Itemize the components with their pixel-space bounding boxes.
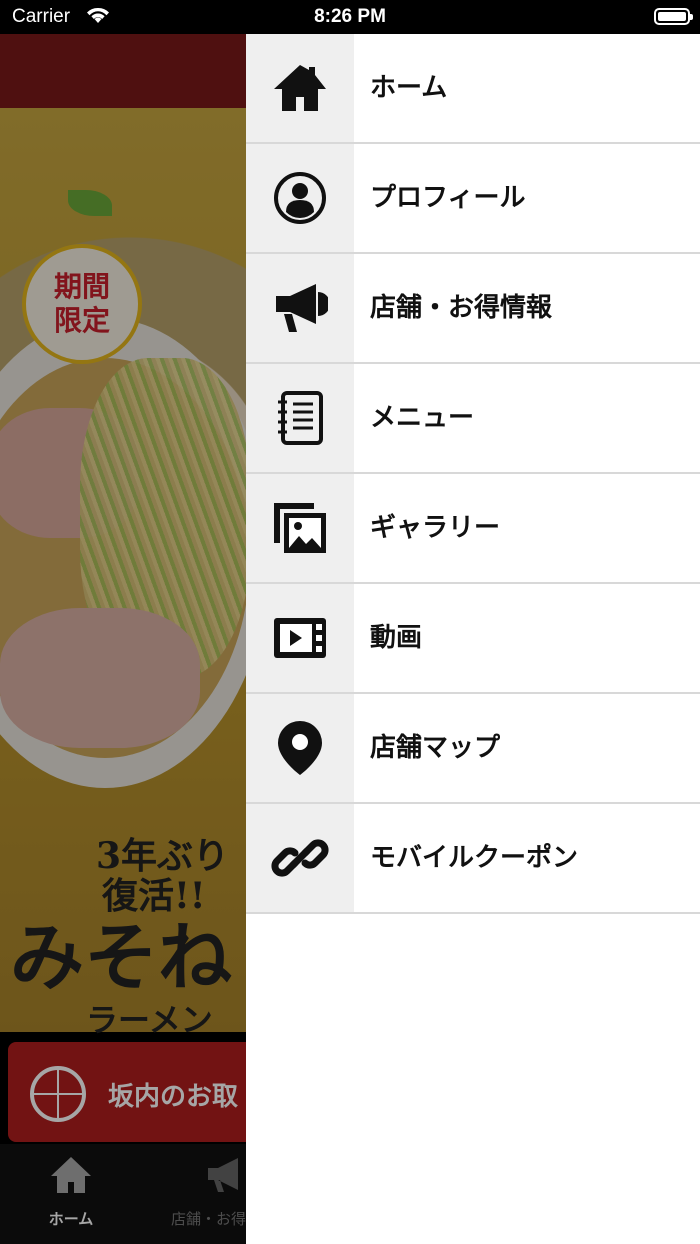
overlay-scrim[interactable]	[0, 34, 246, 1244]
drawer-item-video[interactable]: 動画	[246, 584, 700, 694]
drawer-item-store-deals[interactable]: 店舗・お得情報	[246, 254, 700, 364]
gallery-icon	[272, 501, 328, 555]
icon-cell	[246, 694, 354, 802]
drawer-item-label: ギャラリー	[370, 513, 501, 543]
background-app: 期間 限定 3年ぶり 復活!! みそね ラーメン 坂内のお取 ホーム 店舗・お得…	[0, 34, 246, 1244]
icon-cell	[246, 144, 354, 252]
drawer-item-label: モバイルクーポン	[370, 843, 579, 873]
status-bar: Carrier 8:26 PM	[0, 0, 700, 34]
home-icon	[273, 63, 327, 113]
icon-cell	[246, 474, 354, 582]
side-drawer: ホーム プロフィール 店舗・お得情報 メニュー ギャラリー 動画 店舗マップ モ…	[246, 34, 700, 1244]
drawer-item-label: 店舗・お得情報	[370, 293, 553, 323]
drawer-item-label: 動画	[370, 623, 423, 653]
drawer-item-store-map[interactable]: 店舗マップ	[246, 694, 700, 804]
drawer-item-mobile-coupon[interactable]: モバイルクーポン	[246, 804, 700, 914]
megaphone-icon	[272, 282, 328, 334]
drawer-item-profile[interactable]: プロフィール	[246, 144, 700, 254]
drawer-item-label: プロフィール	[370, 183, 526, 213]
notebook-icon	[275, 390, 325, 446]
battery-icon	[654, 8, 693, 25]
profile-icon	[273, 171, 327, 225]
drawer-item-label: メニュー	[370, 403, 475, 433]
drawer-item-menu[interactable]: メニュー	[246, 364, 700, 474]
clock: 8:26 PM	[314, 6, 386, 27]
icon-cell	[246, 804, 354, 912]
link-icon	[271, 829, 329, 887]
video-icon	[272, 616, 328, 660]
drawer-item-home[interactable]: ホーム	[246, 34, 700, 144]
icon-cell	[246, 364, 354, 472]
drawer-item-label: ホーム	[370, 73, 448, 103]
map-pin-icon	[276, 719, 324, 777]
icon-cell	[246, 584, 354, 692]
icon-cell	[246, 34, 354, 142]
drawer-item-label: 店舗マップ	[370, 733, 501, 763]
icon-cell	[246, 254, 354, 362]
drawer-item-gallery[interactable]: ギャラリー	[246, 474, 700, 584]
